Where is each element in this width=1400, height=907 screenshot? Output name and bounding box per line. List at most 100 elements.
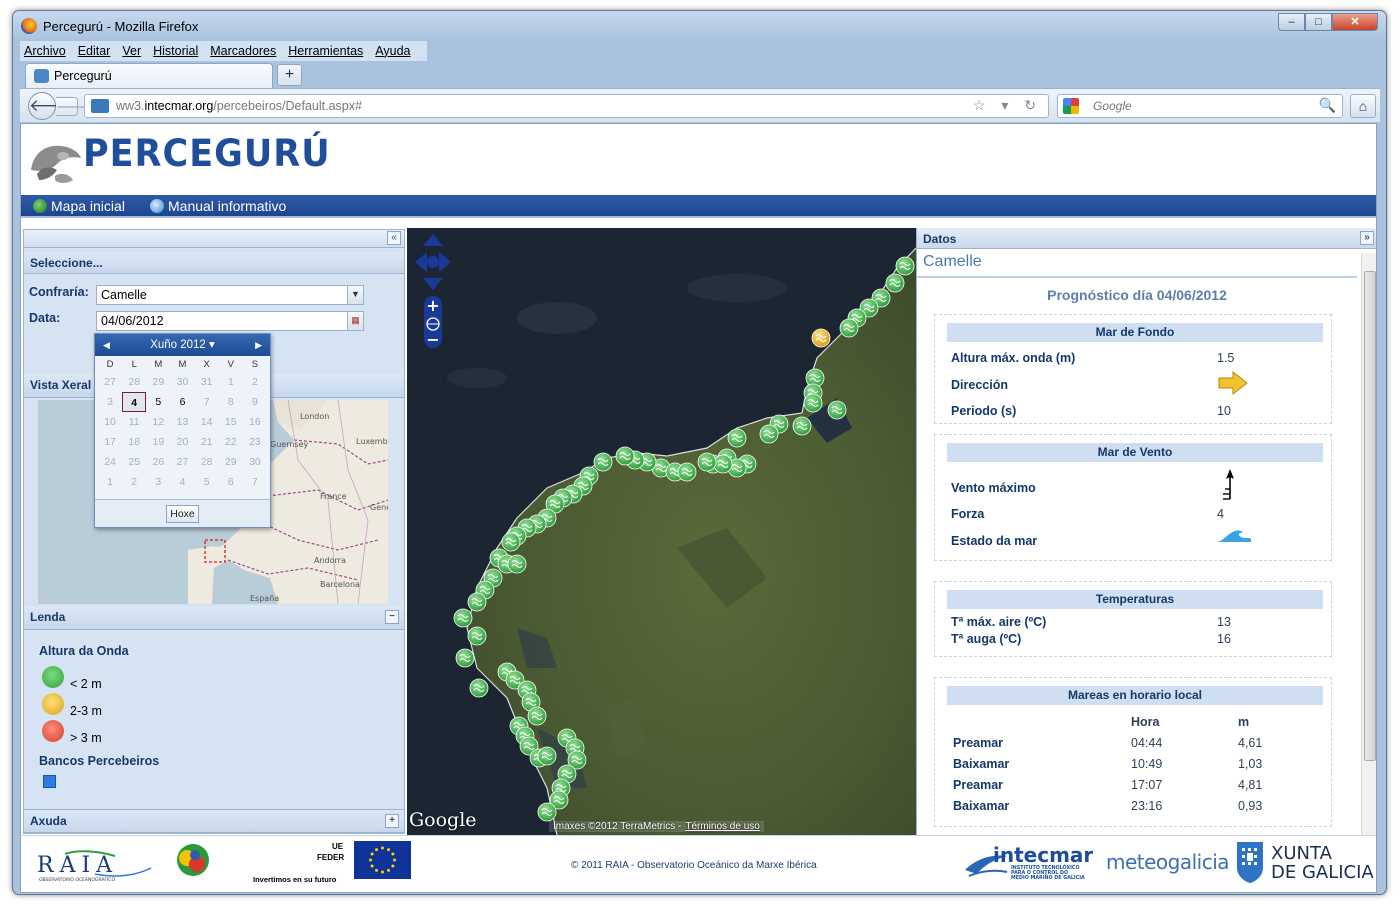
calendar-day[interactable]: 2 — [243, 372, 267, 392]
calendar-day[interactable]: 20 — [170, 432, 194, 452]
collapse-right-panel-button[interactable]: » — [1360, 231, 1374, 245]
calendar-day[interactable]: 15 — [219, 412, 243, 432]
calendar-day[interactable]: 26 — [146, 452, 170, 472]
calendar-day[interactable]: 2 — [122, 472, 146, 492]
calendar-day[interactable]: 3 — [98, 392, 122, 412]
expand-axuda-button[interactable]: + — [385, 814, 399, 828]
calendar-icon[interactable]: ▦ — [347, 312, 363, 330]
calendar-day[interactable]: 12 — [146, 412, 170, 432]
xunta-logo-text[interactable]: XUNTA DE GALICIA — [1271, 844, 1374, 882]
menu-marcadores[interactable]: Marcadores — [210, 41, 276, 61]
wave-marker[interactable] — [527, 706, 547, 726]
calendar-day[interactable]: 7 — [195, 392, 219, 412]
wave-marker[interactable] — [885, 273, 905, 293]
calendar-day[interactable]: 29 — [219, 452, 243, 472]
wave-marker[interactable] — [827, 400, 847, 420]
calendar-day[interactable]: 28 — [195, 452, 219, 472]
scrollbar-thumb[interactable] — [1364, 271, 1376, 761]
calendar-day[interactable]: 28 — [122, 372, 146, 392]
calendar-day[interactable]: 4 — [170, 472, 194, 492]
collapse-left-panel-button[interactable]: « — [387, 231, 401, 245]
wave-marker[interactable] — [537, 802, 557, 822]
wave-marker[interactable] — [453, 608, 473, 628]
calendar-day[interactable]: 5 — [195, 472, 219, 492]
intecmar-logo[interactable]: intecmar INSTITUTO TECNOLÓXICO PARA O CO… — [963, 840, 1093, 884]
right-panel-scrollbar[interactable] — [1361, 253, 1376, 835]
calendar-day[interactable]: 24 — [98, 452, 122, 472]
calendar-day[interactable]: 18 — [122, 432, 146, 452]
wave-marker[interactable] — [507, 554, 527, 574]
wave-marker[interactable] — [501, 532, 521, 552]
terms-link[interactable]: Términos de uso — [685, 821, 759, 832]
calendar-day[interactable]: 17 — [98, 432, 122, 452]
menu-ver[interactable]: Ver — [122, 41, 141, 61]
nav-mapa-inicial[interactable]: Mapa inicial — [33, 198, 125, 214]
confraria-select[interactable]: Camelle ▼ — [96, 285, 364, 305]
minimize-button[interactable]: – — [1278, 13, 1305, 31]
wave-marker[interactable] — [537, 746, 557, 766]
wave-marker[interactable] — [727, 428, 747, 448]
meteogalicia-logo[interactable]: meteogalicia — [1106, 850, 1230, 874]
menu-ayuda[interactable]: Ayuda — [375, 41, 410, 61]
google-engine-icon[interactable] — [1063, 98, 1079, 114]
wave-marker[interactable] — [467, 626, 487, 646]
forward-button[interactable]: 🡒 — [56, 97, 91, 116]
calendar-day[interactable]: 27 — [98, 372, 122, 392]
search-bar[interactable]: Google 🔍 — [1057, 94, 1343, 118]
wave-marker[interactable] — [469, 678, 489, 698]
calendar-day[interactable]: 4 — [122, 392, 147, 412]
back-button[interactable]: 🡐 — [28, 92, 75, 120]
wave-marker[interactable] — [677, 462, 697, 482]
chevron-down-icon[interactable]: ▼ — [347, 286, 363, 304]
wave-marker[interactable] — [467, 592, 487, 612]
calendar-day[interactable]: 1 — [219, 372, 243, 392]
wave-marker[interactable] — [759, 424, 779, 444]
url-bar[interactable]: ww3.intecmar.org/percebeiros/Default.asp… — [84, 94, 1049, 118]
calendar-day[interactable]: 9 — [243, 392, 267, 412]
calendar-day[interactable]: 27 — [170, 452, 194, 472]
calendar-day[interactable]: 19 — [146, 432, 170, 452]
calendar-day[interactable]: 31 — [195, 372, 219, 392]
calendar-day[interactable]: 25 — [122, 452, 146, 472]
menu-archivo[interactable]: Archivo — [24, 41, 66, 61]
calendar-day[interactable]: 10 — [98, 412, 122, 432]
calendar-day[interactable]: 16 — [243, 412, 267, 432]
calendar-day[interactable]: 6 — [170, 392, 194, 412]
calendar-day[interactable]: 6 — [219, 472, 243, 492]
wave-marker[interactable] — [455, 648, 475, 668]
menu-herramientas[interactable]: Herramientas — [288, 41, 363, 61]
collapse-lenda-button[interactable]: − — [385, 610, 399, 624]
datepicker-month[interactable]: Xuño 2012 ▾ — [150, 339, 215, 351]
next-month-icon[interactable]: ▶ — [255, 334, 262, 356]
pan-control[interactable]: + − — [415, 234, 451, 353]
calendar-day[interactable]: 21 — [195, 432, 219, 452]
nav-manual-informativo[interactable]: Manual informativo — [150, 198, 286, 214]
wave-marker[interactable] — [839, 318, 859, 338]
search-icon[interactable]: 🔍 — [1319, 97, 1336, 114]
calendar-day[interactable]: 3 — [146, 472, 170, 492]
tab-percegurú[interactable]: Percegurú — [25, 63, 273, 89]
calendar-day[interactable]: 14 — [195, 412, 219, 432]
calendar-day[interactable]: 11 — [122, 412, 146, 432]
bookmark-reload-icons[interactable]: ☆ ▾ ↻ — [973, 97, 1042, 114]
menu-historial[interactable]: Historial — [153, 41, 198, 61]
maximize-button[interactable]: □ — [1305, 13, 1332, 31]
wave-marker[interactable] — [593, 452, 613, 472]
site-logo-text[interactable]: PERCEGURÚ — [83, 132, 331, 175]
wave-marker[interactable] — [713, 454, 733, 474]
satellite-map[interactable]: + − Google Imaxes ©2012 TerraMetrics - Té… — [407, 228, 916, 835]
raia-logo[interactable]: RAIA OBSERVATORIO OCEANOGRÁFICO — [35, 848, 153, 884]
new-tab-button[interactable]: + — [277, 64, 302, 86]
wave-marker[interactable] — [615, 446, 635, 466]
calendar-day[interactable]: 30 — [243, 452, 267, 472]
calendar-day[interactable]: 29 — [146, 372, 170, 392]
partner-logo[interactable] — [173, 842, 213, 882]
calendar-day[interactable]: 23 — [243, 432, 267, 452]
site-identity-icon[interactable] — [91, 99, 109, 113]
google-logo[interactable]: Google — [409, 809, 477, 831]
calendar-day[interactable]: 7 — [243, 472, 267, 492]
menu-editar[interactable]: Editar — [78, 41, 111, 61]
calendar-day[interactable]: 30 — [170, 372, 194, 392]
home-button[interactable]: ⌂ — [1350, 94, 1376, 118]
wave-marker[interactable] — [792, 416, 812, 436]
